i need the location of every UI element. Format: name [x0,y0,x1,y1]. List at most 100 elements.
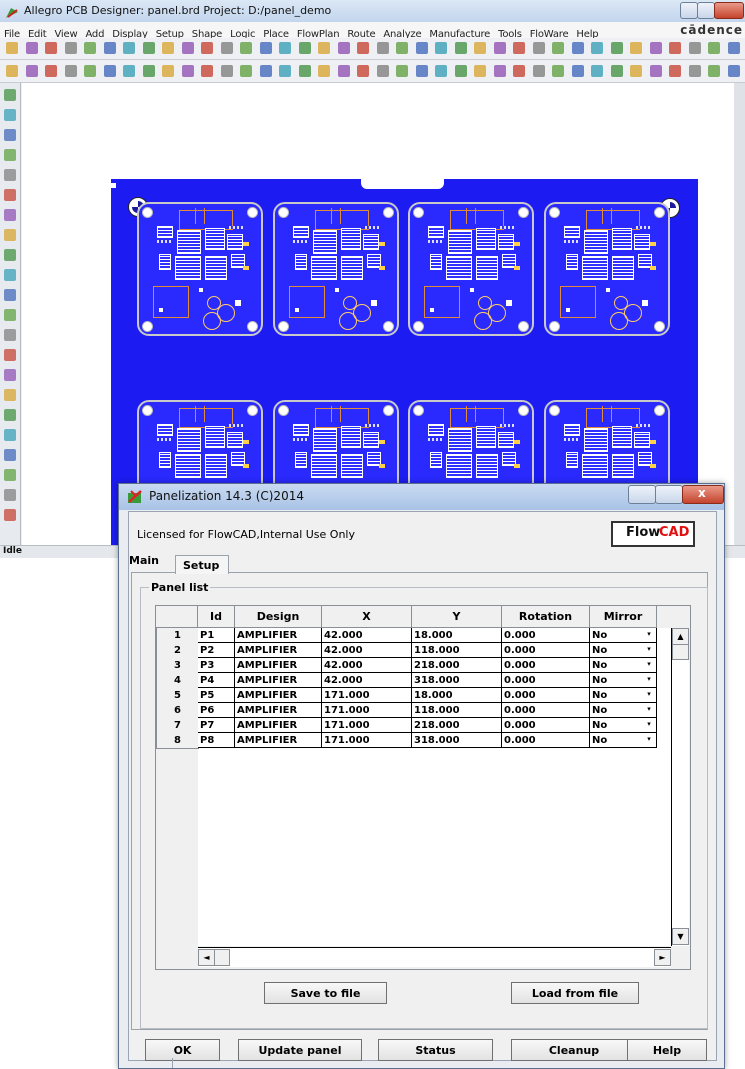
toolbar-button-icon[interactable] [181,42,194,54]
left-tool-icon[interactable] [4,469,16,481]
left-tool-icon[interactable] [4,209,16,221]
row-header[interactable]: 3 [156,658,199,674]
toolbar-button-icon[interactable] [64,42,77,54]
cell-x[interactable]: 42.000 [322,673,412,688]
toolbar-button-icon[interactable] [162,65,174,77]
toolbar-button-icon[interactable] [357,42,369,54]
cell-y[interactable]: 118.000 [412,703,502,718]
dropdown-arrow-icon[interactable]: ▾ [643,658,655,671]
column-header-design[interactable]: Design [235,606,322,628]
dialog-maximize-button[interactable] [655,485,683,504]
toolbar-button-icon[interactable] [532,65,545,77]
left-tool-icon[interactable] [4,89,16,101]
dropdown-arrow-icon[interactable]: ▾ [643,673,655,686]
cell-rotation[interactable]: 0.000 [502,658,590,673]
toolbar-button-icon[interactable] [318,42,330,54]
toolbar-button-icon[interactable] [201,42,213,54]
toolbar-button-icon[interactable] [708,65,720,77]
pcb-board-instance[interactable] [408,202,534,336]
close-button[interactable] [714,2,744,19]
toolbar-button-icon[interactable] [45,65,57,77]
left-tool-icon[interactable] [4,509,16,521]
cell-mirror[interactable]: No ▾ [590,643,657,658]
cell-id[interactable]: P5 [198,688,235,703]
toolbar-button-icon[interactable] [6,65,18,77]
tab-setup[interactable]: Setup [175,555,229,574]
toolbar-button-icon[interactable] [318,65,330,77]
left-tool-icon[interactable] [4,189,16,201]
toolbar-button-icon[interactable] [201,65,213,77]
toolbar-button-icon[interactable] [25,65,38,77]
column-header-id[interactable]: Id [198,606,235,628]
toolbar-button-icon[interactable] [220,65,233,77]
toolbar-button-icon[interactable] [649,65,662,77]
maximize-button[interactable] [697,2,715,19]
left-tool-icon[interactable] [4,429,16,441]
save-to-file-button[interactable]: Save to file [264,982,387,1004]
row-header[interactable]: 1 [156,628,199,644]
left-tool-icon[interactable] [4,249,16,261]
toolbar-button-icon[interactable] [708,42,720,54]
cell-x[interactable]: 171.000 [322,688,412,703]
toolbar-button-icon[interactable] [162,42,174,54]
cell-design[interactable]: AMPLIFIER [235,673,322,688]
cell-rotation[interactable]: 0.000 [502,703,590,718]
toolbar-button-icon[interactable] [103,65,116,77]
toolbar-button-icon[interactable] [357,65,369,77]
dropdown-arrow-icon[interactable]: ▾ [643,703,655,716]
toolbar-button-icon[interactable] [630,42,642,54]
scroll-up-button[interactable]: ▲ [672,628,689,645]
dialog-close-button[interactable]: x [682,485,724,504]
cell-y[interactable]: 318.000 [412,733,502,748]
toolbar-button-icon[interactable] [591,42,603,54]
cell-design[interactable]: AMPLIFIER [235,688,322,703]
toolbar-button-icon[interactable] [474,65,486,77]
toolbar-button-icon[interactable] [279,42,291,54]
scroll-down-button[interactable]: ▼ [672,928,689,945]
horizontal-scrollbar[interactable]: ◄ ► [198,947,671,967]
toolbar-button-icon[interactable] [669,42,681,54]
panel-list-grid[interactable]: Id Design X Y Rotation Mirror 1 P1 AMPLIFI… [155,605,691,970]
hscroll-thumb[interactable] [214,949,230,966]
cell-mirror[interactable]: No ▾ [590,703,657,718]
toolbar-button-icon[interactable] [376,42,389,54]
toolbar-button-icon[interactable] [45,42,57,54]
cell-rotation[interactable]: 0.000 [502,733,590,748]
cell-mirror[interactable]: No ▾ [590,673,657,688]
toolbar-button-icon[interactable] [571,42,584,54]
toolbar-button-icon[interactable] [220,42,233,54]
toolbar-button-icon[interactable] [688,65,701,77]
toolbar-button-icon[interactable] [84,42,96,54]
cell-rotation[interactable]: 0.000 [502,718,590,733]
toolbar-button-icon[interactable] [142,65,155,77]
pcb-board-instance[interactable] [273,202,399,336]
toolbar-button-icon[interactable] [630,65,642,77]
dialog-minimize-button[interactable] [628,485,656,504]
right-panel-strip[interactable] [734,83,745,545]
cell-x[interactable]: 42.000 [322,658,412,673]
toolbar-button-icon[interactable] [552,65,564,77]
toolbar-button-icon[interactable] [123,42,135,54]
cell-id[interactable]: P1 [198,628,235,643]
left-tool-icon[interactable] [4,349,16,361]
dropdown-arrow-icon[interactable]: ▾ [643,643,655,656]
row-header[interactable]: 5 [156,688,199,704]
toolbar-button-icon[interactable] [474,42,486,54]
left-tool-icon[interactable] [4,489,16,501]
cell-y[interactable]: 218.000 [412,658,502,673]
toolbar-button-icon[interactable] [435,65,447,77]
cell-x[interactable]: 171.000 [322,733,412,748]
cell-mirror[interactable]: No ▾ [590,718,657,733]
toolbar-button-icon[interactable] [649,42,662,54]
cell-y[interactable]: 18.000 [412,688,502,703]
cell-y[interactable]: 318.000 [412,673,502,688]
load-from-file-button[interactable]: Load from file [511,982,639,1004]
left-tool-icon[interactable] [4,169,16,181]
cell-id[interactable]: P8 [198,733,235,748]
dropdown-arrow-icon[interactable]: ▾ [643,733,655,746]
left-tool-icon[interactable] [4,229,16,241]
toolbar-button-icon[interactable] [6,42,18,54]
cell-id[interactable]: P3 [198,658,235,673]
cell-mirror[interactable]: No ▾ [590,658,657,673]
toolbar-button-icon[interactable] [376,65,389,77]
